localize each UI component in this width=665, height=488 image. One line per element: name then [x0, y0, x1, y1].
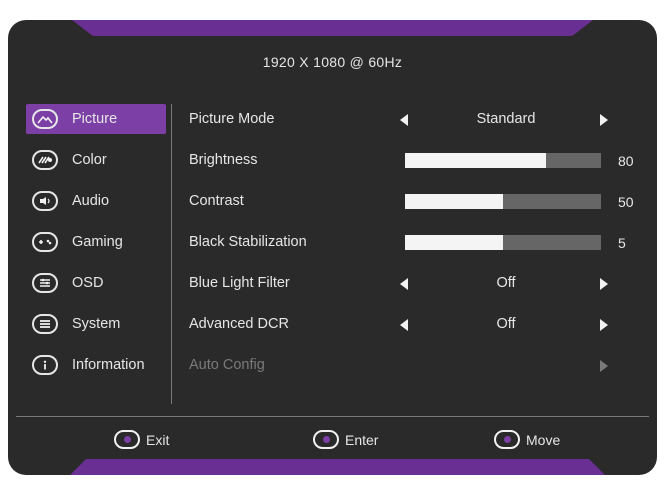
settings-panel: Picture Mode Standard Brightness 80 Cont… — [189, 104, 639, 391]
setting-blue-light-filter[interactable]: Blue Light Filter Off — [189, 268, 639, 298]
setting-label: Advanced DCR — [189, 316, 289, 332]
top-accent-bar — [72, 20, 593, 36]
setting-black-stabilization[interactable]: Black Stabilization 5 — [189, 227, 639, 257]
setting-label: Brightness — [189, 152, 258, 168]
sidebar-item-label: Information — [72, 357, 145, 373]
move-hint[interactable]: Move — [494, 430, 560, 449]
sidebar-item-label: Picture — [72, 111, 118, 127]
brightness-slider[interactable] — [405, 153, 601, 168]
info-icon — [32, 355, 58, 375]
arrow-left-icon[interactable] — [400, 278, 408, 290]
setting-value: Off — [496, 316, 516, 332]
sidebar-item-osd[interactable]: OSD — [26, 268, 166, 298]
setting-label: Contrast — [189, 193, 244, 209]
setting-label: Black Stabilization — [189, 234, 307, 250]
sidebar-item-information[interactable]: Information — [26, 350, 166, 380]
arrow-right-icon — [600, 360, 608, 372]
enter-label: Enter — [345, 431, 379, 448]
arrow-right-icon[interactable] — [600, 319, 608, 331]
setting-auto-config: Auto Config — [189, 350, 639, 380]
exit-label: Exit — [146, 431, 170, 448]
exit-hint[interactable]: Exit — [114, 430, 169, 449]
bottom-accent-bar — [70, 459, 605, 475]
setting-label: Blue Light Filter — [189, 275, 290, 291]
enter-key-icon — [313, 430, 339, 449]
slider-fill — [405, 194, 503, 209]
setting-label: Auto Config — [189, 357, 265, 373]
system-icon — [32, 314, 58, 334]
horizontal-divider — [16, 416, 649, 417]
setting-number: 50 — [618, 194, 634, 210]
footer-hints: Exit Enter Move — [8, 424, 657, 454]
enter-hint[interactable]: Enter — [313, 430, 378, 449]
vertical-divider — [171, 104, 172, 404]
slider-fill — [405, 153, 547, 168]
sidebar-item-system[interactable]: System — [26, 309, 166, 339]
arrow-right-icon[interactable] — [600, 278, 608, 290]
speaker-icon — [32, 191, 58, 211]
move-label: Move — [526, 431, 561, 448]
sidebar-item-label: Gaming — [72, 234, 123, 250]
contrast-slider[interactable] — [405, 194, 601, 209]
arrow-right-icon[interactable] — [600, 114, 608, 126]
move-key-icon — [494, 430, 520, 449]
arrow-left-icon[interactable] — [400, 114, 408, 126]
sidebar-item-label: Color — [72, 152, 107, 168]
setting-number: 80 — [618, 153, 634, 169]
setting-advanced-dcr[interactable]: Advanced DCR Off — [189, 309, 639, 339]
setting-value: Off — [496, 275, 516, 291]
sidebar: Picture Color Audio Gaming OSD System In… — [26, 104, 166, 391]
color-icon — [32, 150, 58, 170]
setting-value: Standard — [476, 111, 536, 127]
setting-picture-mode[interactable]: Picture Mode Standard — [189, 104, 639, 134]
arrow-left-icon[interactable] — [400, 319, 408, 331]
gamepad-icon — [32, 232, 58, 252]
sidebar-item-label: System — [72, 316, 121, 332]
sidebar-item-picture[interactable]: Picture — [26, 104, 166, 134]
setting-label: Picture Mode — [189, 111, 275, 127]
osd-menu: 1920 X 1080 @ 60Hz Picture Color Audio G… — [8, 20, 657, 475]
resolution-label: 1920 X 1080 @ 60Hz — [262, 54, 403, 70]
sidebar-item-label: OSD — [72, 275, 104, 291]
sidebar-item-gaming[interactable]: Gaming — [26, 227, 166, 257]
setting-brightness[interactable]: Brightness 80 — [189, 145, 639, 175]
setting-contrast[interactable]: Contrast 50 — [189, 186, 639, 216]
slider-fill — [405, 235, 503, 250]
mountain-icon — [32, 109, 58, 129]
exit-key-icon — [114, 430, 140, 449]
osd-icon — [32, 273, 58, 293]
setting-number: 5 — [618, 235, 626, 251]
sidebar-item-audio[interactable]: Audio — [26, 186, 166, 216]
black-stabilization-slider[interactable] — [405, 235, 601, 250]
sidebar-item-label: Audio — [72, 193, 110, 209]
sidebar-item-color[interactable]: Color — [26, 145, 166, 175]
